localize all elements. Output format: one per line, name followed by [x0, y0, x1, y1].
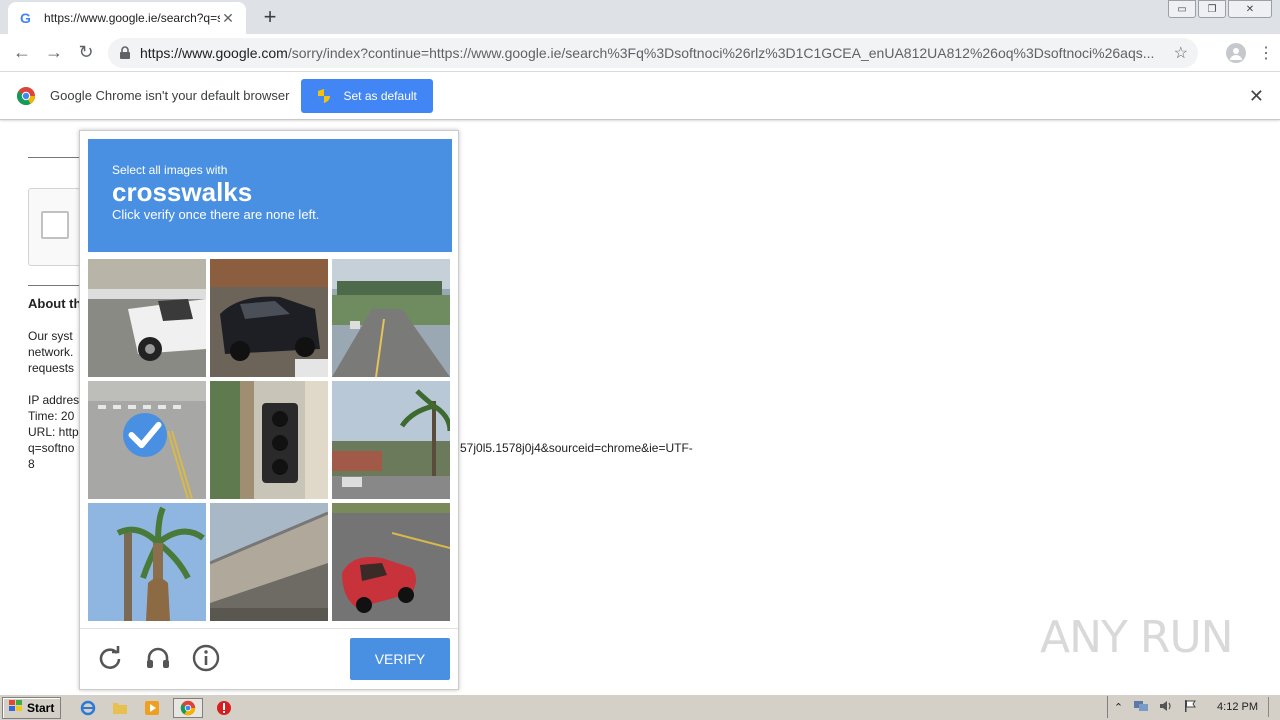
url-tail-text: 57j0l5.1578j0j4&sourceid=chrome&ie=UTF-: [460, 441, 693, 455]
captcha-header: Select all images with crosswalks Click …: [88, 139, 452, 252]
tab-close-icon[interactable]: ✕: [220, 10, 236, 27]
audio-challenge-icon[interactable]: [143, 643, 173, 673]
windows-logo-icon: [9, 700, 23, 715]
screen: G https://www.google.ie/search?q=so ✕ + …: [0, 0, 1280, 720]
ie-icon[interactable]: [77, 698, 99, 718]
folder-icon[interactable]: [109, 698, 131, 718]
selected-check-icon: [123, 413, 167, 457]
captcha-tile-traffic-light[interactable]: [210, 381, 328, 499]
captcha-tile-pickup-truck[interactable]: [88, 259, 206, 377]
url-path: /sorry/index?continue=https://www.google…: [287, 44, 1155, 61]
chrome-logo-icon: [16, 86, 36, 106]
captcha-subtitle: Click verify once there are none left.: [112, 207, 320, 222]
window-close-button[interactable]: ✕: [1228, 0, 1272, 18]
network-icon[interactable]: [1133, 699, 1149, 716]
about-heading: About th: [28, 296, 82, 311]
taskbar: Start ⌃ 4:12 PM: [0, 694, 1280, 720]
ip-address-text: IP addres: [28, 393, 80, 407]
captcha-challenge: Select all images with crosswalks Click …: [79, 130, 459, 690]
infobar-message: Google Chrome isn't your default browser: [50, 88, 290, 103]
default-browser-infobar: Google Chrome isn't your default browser…: [0, 72, 1280, 120]
pickup-truck-image: [88, 259, 206, 377]
media-player-icon[interactable]: [141, 698, 163, 718]
system-tray: ⌃ 4:12 PM: [1106, 696, 1280, 718]
back-button[interactable]: ←: [6, 37, 38, 69]
bookmark-star-icon[interactable]: ☆: [1174, 43, 1188, 63]
action-center-flag-icon[interactable]: [1183, 699, 1197, 716]
lock-icon: [118, 45, 132, 60]
captcha-footer: VERIFY: [80, 628, 458, 690]
captcha-tile-red-convertible[interactable]: [332, 503, 450, 621]
set-as-default-button[interactable]: Set as default: [301, 78, 433, 113]
new-tab-button[interactable]: +: [258, 5, 282, 29]
minimize-button[interactable]: ▭: [1168, 0, 1196, 18]
captcha-tile-road-bridge[interactable]: [332, 259, 450, 377]
verify-button[interactable]: VERIFY: [350, 638, 450, 680]
captcha-instruction: Select all images with: [112, 163, 228, 177]
anyrun-watermark: ANY RUN: [1040, 612, 1234, 663]
google-favicon-icon: G: [18, 10, 34, 26]
menu-icon[interactable]: ⋮: [1258, 43, 1274, 63]
address-bar[interactable]: https://www.google.com/sorry/index?conti…: [108, 37, 1198, 68]
start-label: Start: [27, 700, 55, 715]
captcha-tile-crosswalk[interactable]: [88, 381, 206, 499]
black-suv-image: [210, 259, 328, 377]
red-convertible-image: [332, 503, 450, 621]
captcha-tile-palm-tree[interactable]: [88, 503, 206, 621]
info-icon[interactable]: [191, 643, 221, 673]
tray-expand-icon[interactable]: ⌃: [1114, 701, 1123, 714]
chrome-taskbar-icon[interactable]: [173, 697, 204, 718]
volume-icon[interactable]: [1159, 699, 1173, 716]
reload-button[interactable]: ↻: [70, 37, 102, 69]
window-controls: ▭ ❐ ✕: [1166, 0, 1272, 18]
traffic-light-image: [210, 381, 328, 499]
url-host: https://www.google.com: [140, 44, 288, 61]
browser-toolbar: ← → ↻ https://www.google.com/sorry/index…: [0, 34, 1280, 72]
captcha-object: crosswalks: [112, 177, 253, 207]
clock[interactable]: 4:12 PM: [1217, 701, 1258, 713]
start-button[interactable]: Start: [2, 696, 62, 719]
overpass-image: [210, 503, 328, 621]
captcha-tile-overpass[interactable]: [210, 503, 328, 621]
forward-button[interactable]: →: [38, 37, 70, 69]
page-text: network.: [28, 345, 74, 359]
stop-icon[interactable]: [213, 698, 235, 718]
palm-trees-street-image: [332, 381, 450, 499]
captcha-image-grid: [88, 259, 452, 623]
tab-title: https://www.google.ie/search?q=so: [44, 11, 220, 25]
url-end-text: 8: [28, 457, 35, 471]
browser-tab[interactable]: G https://www.google.ie/search?q=so ✕: [8, 2, 246, 34]
restore-button[interactable]: ❐: [1198, 0, 1226, 18]
page-text: requests: [28, 361, 75, 375]
show-desktop-button[interactable]: [1268, 697, 1276, 717]
set-as-default-label: Set as default: [343, 88, 417, 103]
recaptcha-checkbox[interactable]: [41, 211, 69, 239]
reload-challenge-icon[interactable]: [95, 643, 125, 673]
query-text: q=softno: [28, 441, 75, 455]
captcha-tile-palm-trees-street[interactable]: [332, 381, 450, 499]
url-label-text: URL: http: [28, 425, 79, 439]
time-text: Time: 20: [28, 409, 75, 423]
url-text: https://www.google.com/sorry/index?conti…: [140, 45, 1166, 61]
road-bridge-image: [332, 259, 450, 377]
palm-tree-image: [88, 503, 206, 621]
page-text: Our syst: [28, 329, 73, 343]
captcha-tile-black-suv[interactable]: [210, 259, 328, 377]
tab-strip: G https://www.google.ie/search?q=so ✕ + …: [0, 0, 1280, 34]
infobar-close-icon[interactable]: ✕: [1249, 86, 1264, 107]
profile-avatar-icon[interactable]: [1226, 42, 1246, 63]
svg-text:G: G: [20, 10, 31, 26]
shield-icon: [317, 88, 331, 104]
